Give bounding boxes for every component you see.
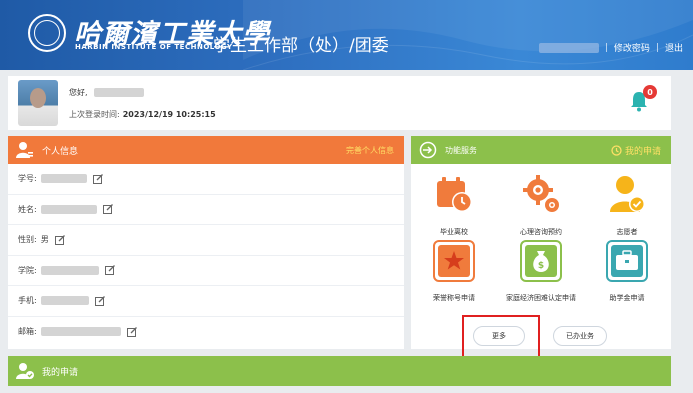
honor-star-icon [433, 240, 475, 282]
briefcase-icon [606, 240, 648, 282]
completed-business-button[interactable]: 已办业务 [553, 326, 607, 346]
info-label: 学院: [18, 265, 37, 275]
history-icon [611, 144, 622, 156]
name-redacted [40, 204, 97, 214]
username-redacted [538, 42, 599, 53]
service-graduation[interactable]: 毕业离校 [411, 172, 497, 237]
last-login-label: 上次登录时间: [69, 110, 120, 119]
edit-icon[interactable] [104, 265, 115, 276]
info-label: 邮箱: [18, 327, 37, 337]
complete-info-link[interactable]: 完善个人信息 [346, 145, 394, 156]
phone-redacted [40, 296, 89, 306]
greeting: 您好, [69, 87, 144, 98]
volunteer-icon [610, 176, 645, 212]
info-row-gender: 性别: 男 [8, 225, 404, 256]
service-financial-aid-cert[interactable]: $ 家庭经济困难认定申请 [498, 238, 584, 303]
last-login: 上次登录时间: 2023/12/19 10:25:15 [69, 109, 216, 120]
service-label: 助学金申请 [609, 294, 645, 302]
edit-icon[interactable] [92, 173, 103, 184]
info-row-email: 邮箱: [8, 317, 404, 348]
info-label: 手机: [18, 296, 37, 306]
user-info-icon [16, 142, 33, 158]
top-header: 哈爾濱工業大學 HARBIN INSTITUTE OF TECHNOLOGY 学… [0, 0, 693, 70]
my-applications-bar: 我的申请 [8, 356, 671, 386]
info-row-name: 姓名: [8, 195, 404, 225]
system-title: 学生工作部（处）/团委 [213, 36, 389, 56]
login-arrow-icon [419, 141, 437, 159]
my-applications-title: 我的申请 [42, 367, 79, 378]
svg-text:$: $ [538, 261, 544, 271]
service-label: 心理咨询预约 [520, 228, 562, 236]
personal-info-panel: 个人信息 完善个人信息 学号: 姓名: 性别: 男 学院: 手机: 邮箱: [8, 136, 404, 349]
avatar [18, 80, 58, 126]
personal-info-title: 个人信息 [42, 146, 79, 157]
edit-icon[interactable] [54, 234, 65, 245]
university-seal-icon [28, 14, 66, 52]
function-services-header: 功能服务 我的申请 [411, 136, 671, 164]
university-name-en: HARBIN INSTITUTE OF TECHNOLOGY [75, 43, 233, 51]
info-label: 学号: [18, 174, 37, 184]
function-services-title: 功能服务 [445, 145, 477, 155]
college-redacted [40, 265, 99, 275]
service-volunteer[interactable]: 志愿者 [584, 172, 670, 237]
info-label: 性别: [18, 235, 37, 245]
logout-link[interactable]: 退出 [665, 41, 683, 54]
service-label: 志愿者 [616, 228, 638, 236]
greeting-text: 您好, [69, 88, 88, 97]
service-label: 荣誉称号申请 [433, 294, 475, 302]
gears-icon [523, 175, 559, 212]
user-card: 您好, 上次登录时间: 2023/12/19 10:25:15 0 [8, 76, 671, 130]
info-row-college: 学院: [8, 256, 404, 286]
my-apply-label: 我的申请 [624, 146, 661, 157]
gender-value: 男 [40, 235, 49, 245]
greeting-name-redacted [93, 88, 144, 97]
my-apply-link[interactable]: 我的申请 [611, 144, 661, 157]
header-user-links: | 修改密码 | 退出 [538, 41, 683, 54]
edit-icon[interactable] [102, 204, 113, 215]
info-label: 姓名: [18, 204, 37, 214]
info-row-student-id: 学号: [8, 164, 404, 195]
info-row-phone: 手机: [8, 286, 404, 317]
service-label: 毕业离校 [440, 228, 468, 236]
student-id-redacted [40, 174, 87, 184]
service-honor[interactable]: 荣誉称号申请 [411, 238, 497, 303]
calendar-clock-icon [437, 177, 472, 212]
edit-icon[interactable] [94, 295, 105, 306]
money-bag-icon: $ [520, 240, 562, 282]
last-login-time: 2023/12/19 10:25:15 [122, 110, 216, 119]
edit-icon[interactable] [126, 326, 137, 337]
personal-info-header: 个人信息 完善个人信息 [8, 136, 404, 164]
notification-badge: 0 [643, 85, 657, 99]
change-password-link[interactable]: 修改密码 [614, 41, 650, 54]
service-label: 家庭经济困难认定申请 [506, 294, 576, 302]
service-counseling[interactable]: 心理咨询预约 [498, 172, 584, 237]
service-scholarship[interactable]: 助学金申请 [584, 238, 670, 303]
user-check-icon [16, 363, 34, 379]
function-services-panel: 功能服务 我的申请 毕业离校 心理咨询预约 志愿者 荣誉称号申请 $ 家庭经济困… [411, 136, 671, 359]
more-button[interactable]: 更多 [473, 326, 525, 346]
email-redacted [40, 327, 121, 337]
